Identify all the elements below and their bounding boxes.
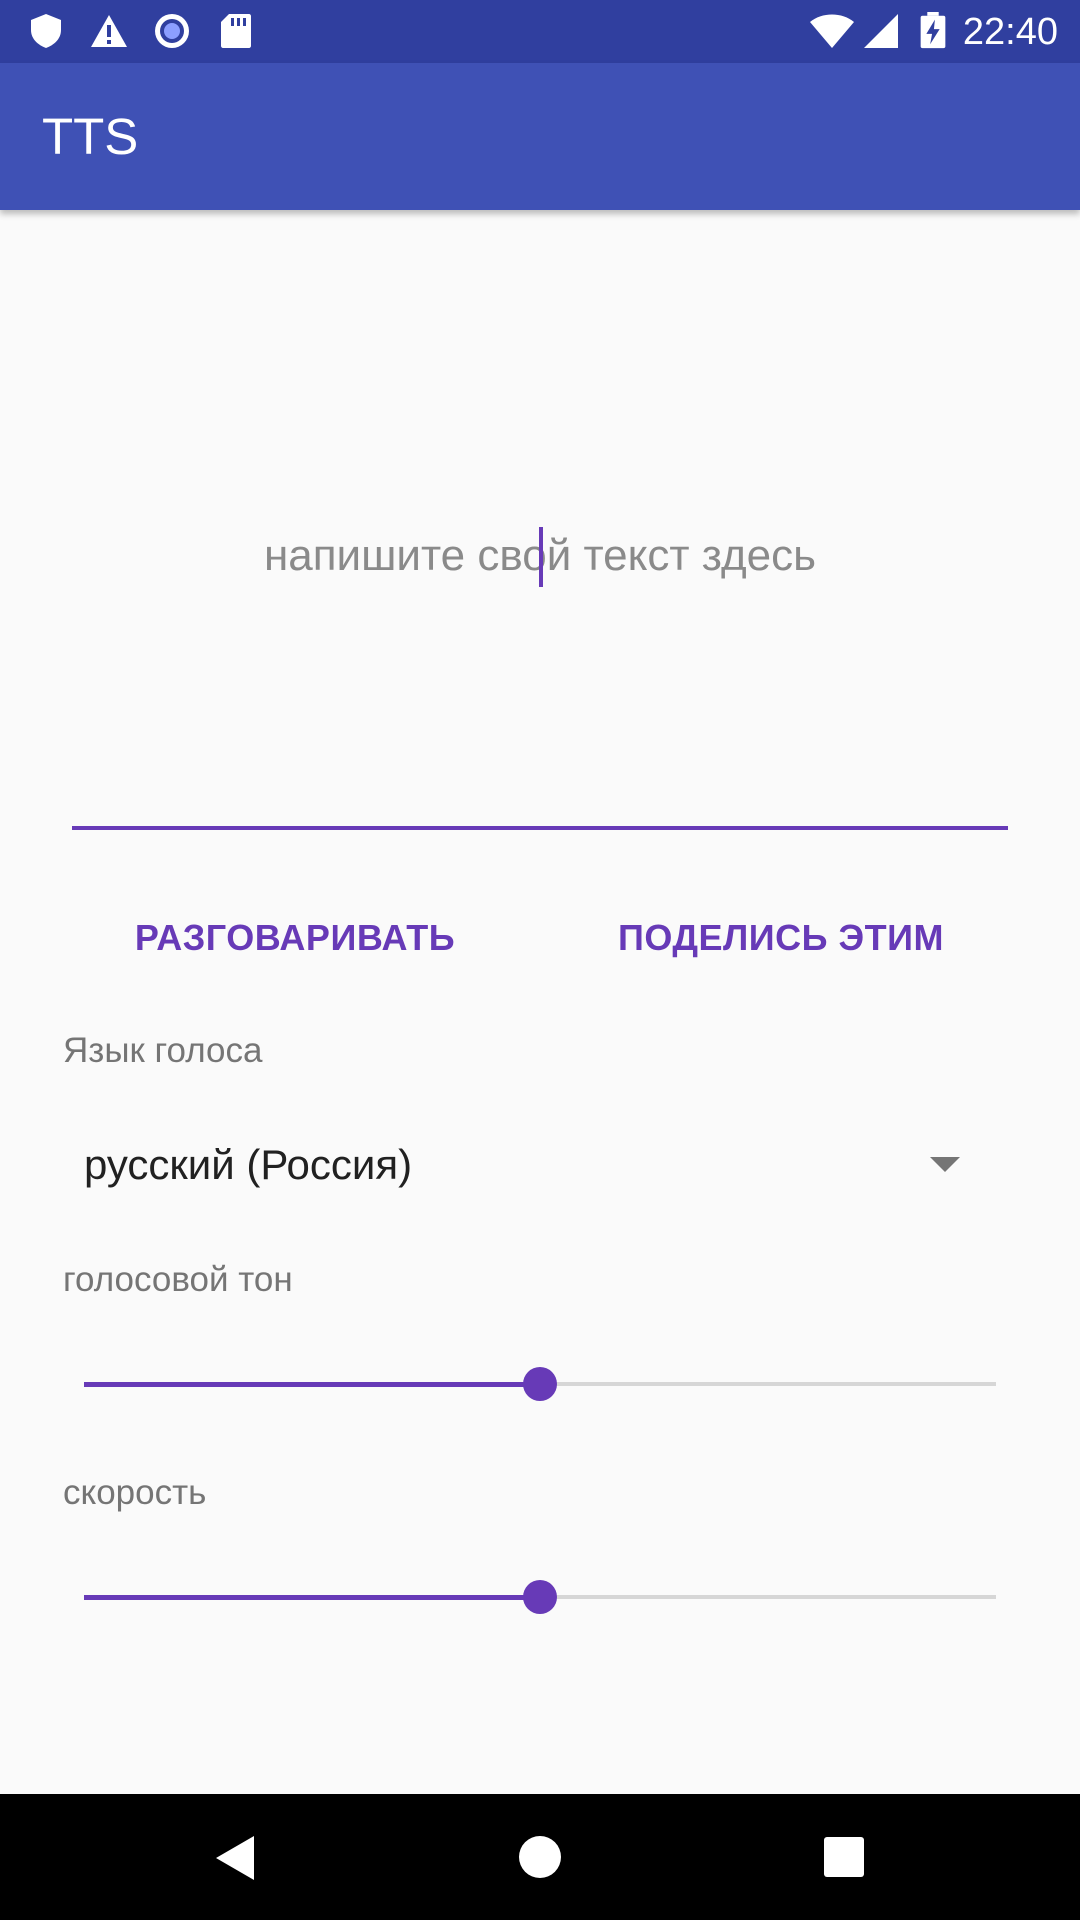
speed-slider[interactable] [84,1577,996,1617]
dropdown-arrow-icon [930,1157,960,1172]
slider-thumb[interactable] [523,1580,557,1614]
slider-track-fill [84,1595,540,1600]
text-input[interactable]: напишите свой текст здесь [72,240,1008,830]
record-icon [155,14,189,48]
app-title: TTS [42,108,139,165]
recents-icon[interactable] [824,1837,864,1877]
language-selected-value: русский (Россия) [84,1141,413,1188]
app-bar: TTS [0,63,1080,210]
text-caret [539,527,543,587]
slider-track-fill [84,1382,540,1387]
language-spinner[interactable]: русский (Россия) [63,1130,993,1200]
navigation-bar [0,1794,1080,1920]
back-icon[interactable] [216,1836,254,1880]
warning-icon [91,15,127,47]
wifi-icon [810,14,854,48]
speed-label: скорость [63,1473,207,1512]
slider-thumb[interactable] [523,1367,557,1401]
status-bar: 22:40 [0,0,1080,63]
sd-card-icon [221,14,251,48]
battery-charging-icon [920,12,946,49]
voice-language-label: Язык голоса [63,1031,263,1070]
cell-signal-icon [864,14,898,48]
home-icon[interactable] [519,1836,561,1878]
pitch-label: голосовой тон [63,1260,293,1299]
pitch-slider[interactable] [84,1364,996,1404]
status-time: 22:40 [962,11,1058,53]
share-button[interactable]: ПОДЕЛИСЬ ЭТИМ [600,905,962,969]
speak-button[interactable]: РАЗГОВАРИВАТЬ [110,905,480,969]
shield-icon [31,14,61,48]
